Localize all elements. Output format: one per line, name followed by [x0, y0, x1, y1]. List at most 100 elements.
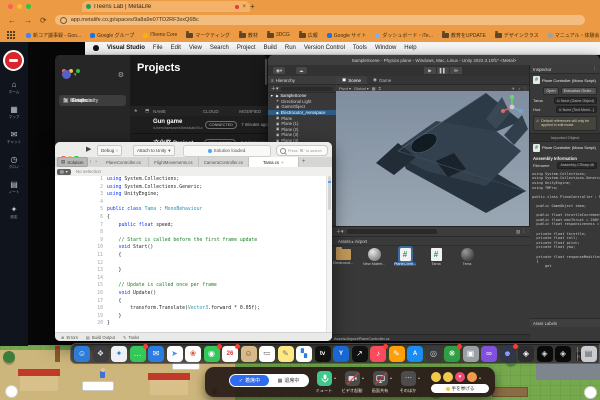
window-close-button[interactable]	[8, 4, 13, 9]
dock-discord[interactable]: ☻	[500, 346, 516, 362]
map-corner-button[interactable]	[584, 386, 597, 399]
statusbar-build-output[interactable]: ▤Build Output	[86, 335, 115, 340]
menu-item[interactable]: File	[153, 45, 163, 51]
screen-expand-icon[interactable]: ▴	[390, 375, 392, 380]
sidebar-item-チャット[interactable]: ✉チャット	[0, 130, 28, 145]
menu-item[interactable]: Edit	[171, 45, 181, 51]
bookmark-item[interactable]: 広報	[299, 32, 318, 39]
sidebar-item-ホーム[interactable]: ⌂ホーム	[0, 80, 28, 95]
bookmark-item[interactable]: Google サイト	[327, 32, 367, 39]
bookmark-item[interactable]: Google グループ	[90, 32, 134, 39]
bookmark-item[interactable]: 教育をUPDATE	[442, 32, 486, 39]
inspector-field-tama[interactable]: Tama⊙ None (Game Object)	[530, 96, 600, 105]
site-info-icon[interactable]	[60, 17, 67, 24]
hierarchy-search-input[interactable]	[281, 87, 333, 91]
inspector-header[interactable]: Inspector⋮	[530, 65, 600, 74]
menu-item[interactable]: Version Control	[304, 45, 345, 51]
scene-viewport[interactable]	[336, 91, 530, 226]
apple-menu-icon[interactable]	[93, 45, 99, 51]
dock-photos[interactable]: ❀	[185, 346, 201, 362]
more-expand-icon[interactable]: ▴	[418, 375, 420, 380]
close-tab-icon[interactable]: ×	[281, 160, 284, 165]
play-controls[interactable]: ▶▌▌≫	[424, 67, 463, 74]
asset-material[interactable]: New Materi...	[363, 247, 385, 266]
open-button[interactable]: Open	[543, 87, 558, 95]
hub-nav-community[interactable]: ⌂Community	[59, 95, 126, 106]
dock-notes[interactable]: ✎	[278, 346, 294, 362]
menu-item[interactable]: Search	[210, 45, 229, 51]
pause-button[interactable]: ▌▌	[437, 67, 450, 74]
project-search-input[interactable]	[347, 229, 437, 234]
solution-pad-button[interactable]: ▤Solution	[57, 157, 88, 167]
bookmark-item[interactable]: マニュアル・体験会	[548, 32, 600, 39]
bookmark-item[interactable]: マーケティング	[186, 32, 230, 39]
inspector-field-hud[interactable]: Hud⊙ None (Text Mesh...)	[530, 105, 600, 114]
run-button[interactable]: ▶	[86, 145, 91, 153]
camera-button[interactable]	[345, 371, 360, 386]
code-text[interactable]: using System.Collections;using System.Co…	[107, 176, 327, 333]
editor-search-input[interactable]: Press '⌘.' to search	[276, 145, 328, 156]
code-editor[interactable]: 1234567891011121314151617181920 using Sy…	[55, 176, 327, 333]
reaction-emoji[interactable]	[431, 372, 441, 382]
editor-tab[interactable]: CameraController.cs	[199, 157, 249, 167]
dock-unity-hub[interactable]: ◈	[518, 346, 534, 362]
asset-material-dark[interactable]: Terra	[456, 247, 478, 266]
bookmark-item[interactable]: 3DCG	[267, 32, 290, 38]
address-bar[interactable]: app.metalife.co.jp/spaces/9a8a9e07TD2RF3…	[55, 15, 585, 25]
asset-script[interactable]: #Tama	[425, 247, 447, 266]
inspector-menu-icon[interactable]: ⋮	[593, 66, 598, 72]
raise-hand-button[interactable]: 手を挙げる	[431, 384, 489, 393]
status-toggle[interactable]: ✓着席中 ▦退席中	[229, 374, 309, 387]
dock-contacts[interactable]: ☺	[241, 346, 257, 362]
tab-scroll-left-icon[interactable]: ‹	[90, 159, 92, 165]
bookmark-item[interactable]: デザインクラス	[495, 32, 539, 39]
new-tab-icon[interactable]: +	[302, 159, 306, 165]
menu-item[interactable]: Run	[285, 45, 296, 51]
add-object-button[interactable]: ＋▾	[271, 85, 279, 92]
editor-scrollbar[interactable]	[326, 176, 332, 333]
dock-visual-studio[interactable]: ∞	[481, 346, 497, 362]
window-minimize-button[interactable]	[17, 4, 22, 9]
sidebar-item-設定[interactable]: ✦設定	[0, 205, 28, 220]
document-outline-pill[interactable]: ▤▾	[57, 169, 71, 175]
tab-scene[interactable]: ▣Scene	[336, 76, 367, 84]
dock-mail[interactable]: ✉	[148, 346, 164, 362]
bookmark-item[interactable]: 新コア議事録 - Goo...	[26, 32, 81, 39]
screen-button[interactable]	[373, 371, 388, 386]
project-hidden-icons[interactable]: ▥ ⋮	[516, 229, 526, 235]
bookmark-item[interactable]: ダッシュボード・iTe...	[375, 32, 433, 39]
sidebar-item-ノート[interactable]: ▤ノート	[0, 180, 28, 195]
cloud-button[interactable]: ☁	[296, 67, 307, 74]
dock-unity-project-b[interactable]: ◈	[555, 346, 571, 362]
configuration-dropdown[interactable]: Debug ›	[97, 145, 122, 156]
menu-item[interactable]: Project	[237, 45, 256, 51]
status-seated[interactable]: ✓着席中	[230, 375, 269, 386]
bookmark-item[interactable]: ITeens Core	[143, 32, 177, 38]
reaction-emoji[interactable]: ♥	[455, 372, 465, 382]
mic-expand-icon[interactable]: ▴	[334, 375, 336, 380]
menu-item[interactable]: Build	[264, 45, 277, 51]
dock-freeform[interactable]: ▚	[296, 346, 312, 362]
map-corner-button[interactable]	[5, 385, 18, 398]
camera-expand-icon[interactable]: ▴	[362, 375, 364, 380]
reactions-expand-icon[interactable]: ▴	[479, 375, 481, 380]
dock-metalife[interactable]: ❋	[444, 346, 460, 362]
dock-messages[interactable]: …	[130, 346, 146, 362]
tab-game[interactable]: ◉Game	[367, 76, 397, 84]
play-button[interactable]: ▶	[424, 67, 437, 74]
statusbar-tasks[interactable]: ✎Tasks	[123, 335, 139, 340]
dock-launchpad[interactable]: ❖	[93, 346, 109, 362]
menu-item[interactable]: View	[189, 45, 202, 51]
dock-apple-tv[interactable]: tv	[315, 346, 331, 362]
menu-app-name[interactable]: Visual Studio	[107, 45, 145, 51]
execution-button[interactable]: Execution Order...	[561, 87, 597, 95]
reaction-emoji[interactable]	[467, 372, 477, 382]
asset-script[interactable]: #PlaneContr...	[394, 247, 416, 266]
back-icon[interactable]: ←	[8, 16, 16, 25]
menu-item[interactable]: Help	[404, 45, 416, 51]
more-button[interactable]: ⋯	[401, 371, 416, 386]
grid-column-icon[interactable]: ⬒	[142, 108, 154, 114]
tab-close-icon[interactable]: ×	[242, 4, 246, 10]
dock-facetime[interactable]: ◉	[204, 346, 220, 362]
hub-scrollbar[interactable]	[265, 59, 267, 85]
